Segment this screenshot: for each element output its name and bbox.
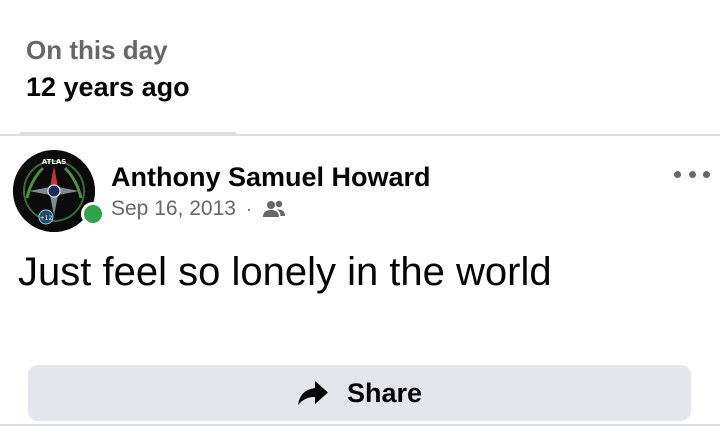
post-date[interactable]: Sep 16, 2013 [111, 197, 236, 221]
more-dot [688, 170, 696, 178]
friends-icon[interactable] [262, 199, 286, 219]
post-meta: Sep 16, 2013 · [111, 196, 286, 222]
share-label: Share [346, 377, 423, 408]
author-name[interactable]: Anthony Samuel Howard [111, 160, 431, 194]
post-text: Just feel so lonely in the world [18, 250, 552, 294]
avatar-badge-text: +12 [40, 215, 53, 222]
share-button[interactable]: Share [28, 365, 691, 421]
more-dot [674, 170, 681, 178]
memory-years-ago: 12 years ago [26, 72, 190, 102]
avatar-text: ATLAS [42, 158, 67, 166]
more-options-icon[interactable] [674, 164, 710, 184]
author-avatar[interactable]: ATLAS +12 [13, 150, 105, 232]
meta-separator: · [245, 198, 252, 219]
more-dot [703, 170, 710, 178]
online-status-dot [81, 202, 105, 226]
memory-header: On this day 12 years ago [26, 34, 190, 104]
memory-kicker: On this day [26, 35, 168, 65]
section-divider [0, 134, 720, 136]
share-arrow-icon [297, 381, 328, 405]
